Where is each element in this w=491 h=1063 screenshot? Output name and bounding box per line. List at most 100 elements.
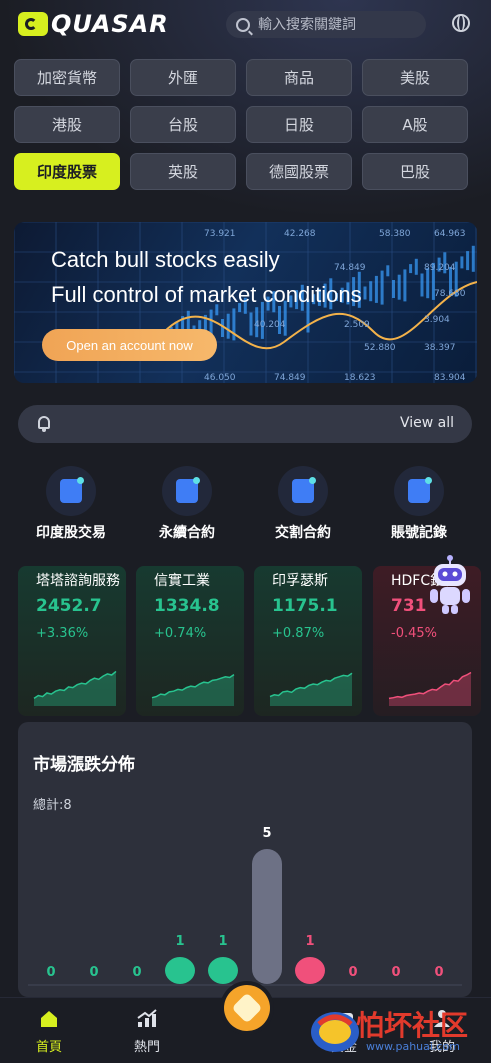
banner-ticker-label: 83.904 [434,373,466,383]
banner-ticker-label: 64.963 [434,229,466,239]
sparkline-area [270,673,352,706]
stock-cards: 塔塔諮詢服務 2452.7 +3.36% 信實工業 1334.8 +0.74% 印孚瑟斯 11… [18,566,491,716]
stock-change: +3.36% [36,626,89,641]
market-tab[interactable]: 巴股 [362,153,468,190]
market-tab[interactable]: 美股 [362,59,468,96]
robot-assistant-icon[interactable] [428,555,472,615]
market-tab[interactable]: 英股 [130,153,236,190]
distribution-bar [165,957,195,984]
market-tab[interactable]: 日股 [246,106,352,143]
stock-name: 信實工業 [154,573,210,589]
stock-name: 印孚瑟斯 [272,573,328,589]
banner-ticker-label: 78.680 [434,289,466,299]
center-action-button[interactable] [224,985,270,1031]
logo-text: QUASAR [51,10,169,38]
distribution-count-label: 1 [305,934,314,949]
market-tab[interactable]: 外匯 [130,59,236,96]
sparkline-area [152,674,234,706]
distribution-count-label: 5 [262,826,271,841]
stock-change: +0.74% [154,626,207,641]
stock-change: -0.45% [391,626,437,641]
banner-ticker-label: 73.921 [204,229,236,239]
banner-ticker-label: 38.397 [424,343,456,353]
banner-candle [249,312,253,336]
stock-sparkline [33,670,117,706]
market-distribution-panel: 市場漲跌分佈 總計:8 0001151000 [18,722,472,997]
market-tab[interactable]: 商品 [246,59,352,96]
wave-chart-icon [162,466,212,516]
distribution-count-label: 0 [132,965,141,980]
globe-icon[interactable] [452,14,470,32]
banner-candle [397,274,401,300]
banner-candle [392,280,395,298]
quick-action[interactable]: 印度股交易 [21,466,121,542]
distribution-count-label: 1 [218,934,227,949]
quick-action-label: 賬號記錄 [391,525,447,541]
notice-bar[interactable]: View all [18,405,472,443]
stock-sparkline [388,671,472,706]
banner-candle [380,270,384,305]
stock-price: 1334.8 [154,596,220,616]
open-account-button[interactable]: Open an account now [42,329,217,361]
promo-banner[interactable]: 73.921 42.268 58.380 64.963 74.849 89.204 78.6… [14,222,477,383]
banner-candle [363,286,367,300]
stock-card[interactable]: 塔塔諮詢服務 2452.7 +3.36% [18,566,126,716]
banner-ticker-label: 2.509 [344,320,370,330]
banner-candle [420,273,424,297]
banner-subheadline: Full control of market conditions [51,282,362,307]
home-icon [41,1011,57,1027]
document-check-icon [394,466,444,516]
nav-item[interactable]: 熱門 [117,1008,177,1055]
quick-action[interactable]: 交割合約 [253,466,353,542]
nav-item-label: 熱門 [133,1040,160,1055]
quick-action[interactable]: 永續合約 [137,466,237,542]
search-bar[interactable] [226,11,426,38]
stock-price: 2452.7 [36,596,102,616]
view-all-link[interactable]: View all [400,415,454,431]
stock-card[interactable]: 信實工業 1334.8 +0.74% [136,566,244,716]
banner-candle [466,251,470,271]
banner-ticker-label: 52.880 [364,343,396,353]
watermark-url: www.pahuai.com [366,1040,460,1053]
stock-name: 塔塔諮詢服務 [36,573,120,589]
stock-change: +0.87% [272,626,325,641]
banner-candle [232,308,236,341]
banner-ticker-label: 89.204 [424,263,456,273]
banner-ticker-label: 74.849 [334,263,366,273]
dice-icon [278,466,328,516]
distribution-chart: 0 0 0 1 1 5 1 0 0 0 [28,826,462,986]
banner-candle [403,269,407,302]
nav-item-label: 首頁 [35,1040,62,1055]
market-tab[interactable]: 港股 [14,106,120,143]
market-tab[interactable]: 台股 [130,106,236,143]
distribution-count-label: 0 [89,965,98,980]
logo-mark-icon [18,12,48,36]
banner-ticker-label: 42.268 [284,229,316,239]
quick-action-label: 印度股交易 [36,525,106,541]
banner-ticker-label: 46.050 [204,373,236,383]
stock-price: 731 [391,596,427,616]
banner-candle [409,264,413,274]
market-tab[interactable]: A股 [362,106,468,143]
banner-ticker-label: 58.380 [379,229,411,239]
banner-ticker-label: 3.904 [424,315,450,325]
distribution-bar [295,957,325,984]
banner-candle [460,256,464,269]
search-input[interactable] [256,15,425,34]
banner-candle [471,245,475,272]
nav-item[interactable]: 首頁 [19,1008,79,1055]
market-tab[interactable]: 加密貨幣 [14,59,120,96]
market-tab[interactable]: 德國股票 [246,153,352,190]
quick-action-label: 永續合約 [159,525,215,541]
logo[interactable]: QUASAR [18,10,169,38]
market-tab[interactable]: 印度股票 [14,153,120,190]
market-tabs: 加密貨幣 外匯 商品 美股港股 台股 日股 A股印度股票 英股 德國股票 巴股 [14,59,468,190]
banner-headline: Catch bull stocks easily [51,247,280,272]
banner-ticker-label: 18.623 [344,373,376,383]
quick-action[interactable]: 賬號記錄 [369,466,469,542]
bell-icon [38,416,50,432]
banner-candle [386,265,390,277]
stock-card[interactable]: 印孚瑟斯 1175.1 +0.87% [254,566,362,716]
banner-candle [221,319,224,337]
stock-sparkline [151,673,235,706]
